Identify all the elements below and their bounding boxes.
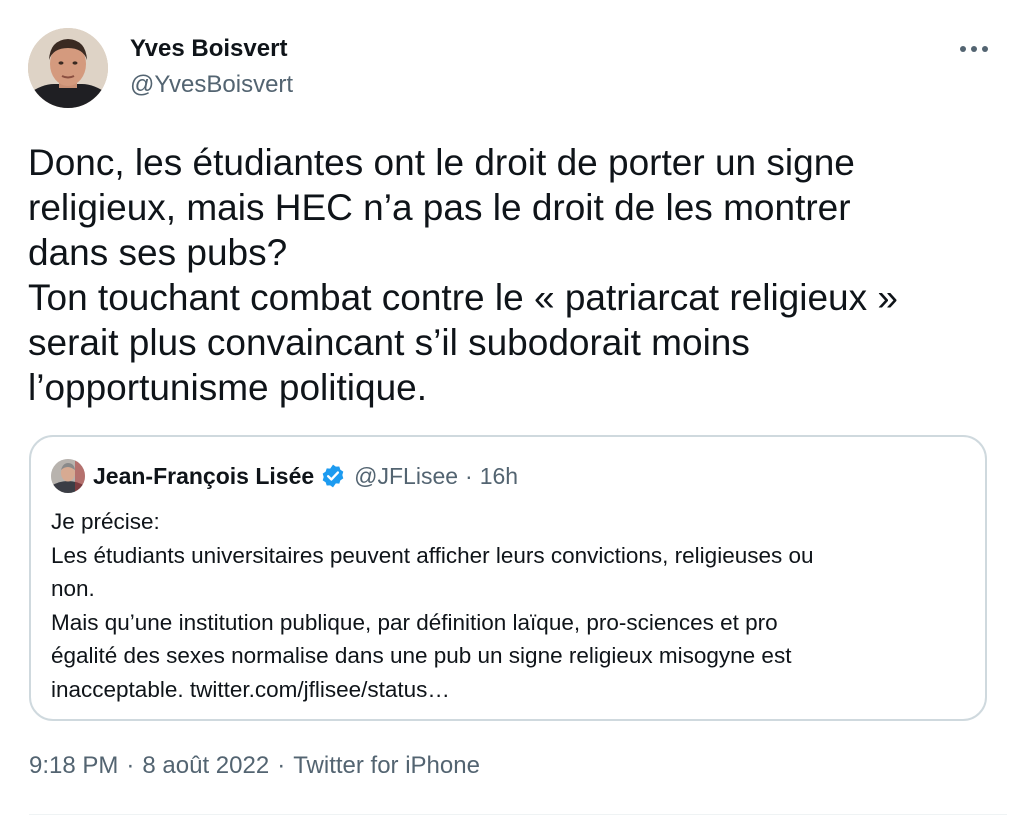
tweet-time: 9:18 PM <box>29 752 119 779</box>
author-avatar-image <box>28 28 108 108</box>
quoted-author-avatar[interactable] <box>51 459 85 493</box>
quoted-text-line: inacceptable. twitter.com/jflisee/status… <box>51 676 450 702</box>
tweet-timestamp-link[interactable]: 9:18 PM <box>29 752 118 779</box>
quoted-text-line: non. <box>51 576 95 601</box>
more-horizontal-icon <box>960 46 988 52</box>
tweet-text-line: serait plus convaincant s’il subodorait … <box>28 322 750 363</box>
quoted-tweet-card[interactable]: Jean-François Lisée @JFLisee · 16h Je pr… <box>29 435 987 721</box>
quoted-author-handle[interactable]: @JFLisee <box>354 463 458 490</box>
tweet-card: Yves Boisvert @YvesBoisvert Donc, les ét… <box>0 0 1034 818</box>
more-options-button[interactable] <box>952 34 996 64</box>
separator-dot: · <box>277 752 286 779</box>
quoted-tweet-time[interactable]: 16h <box>480 463 518 490</box>
author-avatar[interactable] <box>28 28 108 108</box>
tweet-source: Twitter for iPhone <box>293 752 480 779</box>
divider <box>29 814 1007 815</box>
tweet-text-line: l’opportunisme politique. <box>28 367 428 408</box>
tweet-text: Donc, les étudiantes ont le droit de por… <box>28 140 1008 410</box>
quoted-text-line: Je précise: <box>51 509 160 534</box>
quoted-author-name[interactable]: Jean-François Lisée <box>93 463 314 490</box>
quoted-tweet-header: Jean-François Lisée @JFLisee · 16h <box>93 459 518 493</box>
tweet-text-line: dans ses pubs? <box>28 232 288 273</box>
author-name[interactable]: Yves Boisvert <box>130 35 287 63</box>
tweet-source-link[interactable]: Twitter for iPhone <box>293 752 480 779</box>
tweet-date-link[interactable]: 8 août 2022 <box>142 752 269 779</box>
quoted-author-avatar-image <box>51 459 85 493</box>
tweet-text-line: religieux, mais HEC n’a pas le droit de … <box>28 187 851 228</box>
separator-dot: · <box>465 462 473 489</box>
quoted-text-line: égalité des sexes normalise dans une pub… <box>51 643 792 668</box>
quoted-text-line: Mais qu’une institution publique, par dé… <box>51 609 778 635</box>
separator-dot: · <box>126 752 135 779</box>
author-handle[interactable]: @YvesBoisvert <box>130 71 293 99</box>
tweet-metadata: 9:18 PM · 8 août 2022 · Twitter for iPhone <box>29 752 480 780</box>
tweet-date: 8 août 2022 <box>142 752 270 779</box>
quoted-text-line: Les étudiants universitaires peuvent aff… <box>51 542 814 568</box>
quoted-tweet-text: Je précise: Les étudiants universitaires… <box>51 505 971 706</box>
tweet-text-line: Donc, les étudiantes ont le droit de por… <box>28 142 855 183</box>
tweet-text-line: Ton touchant combat contre le « patriarc… <box>28 277 898 318</box>
verified-badge-icon <box>320 463 346 489</box>
